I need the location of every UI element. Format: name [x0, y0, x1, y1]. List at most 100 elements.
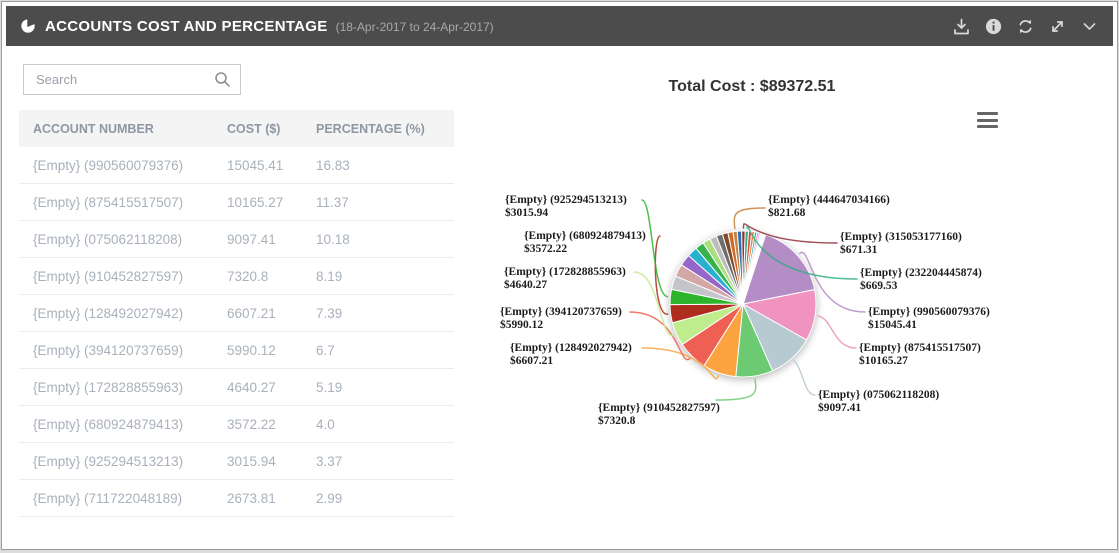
pie-label-connector: [641, 199, 669, 298]
pie-label-cost: $9097.41: [818, 402, 862, 414]
table-row: {Empty} (394120737659) 5990.12 6.7: [19, 331, 454, 369]
pie-label-cost: $669.53: [860, 280, 898, 292]
info-icon[interactable]: [984, 17, 1003, 36]
table-header-row: ACCOUNT NUMBER COST ($) PERCENTAGE (%): [19, 110, 454, 147]
cost-cell: 9097.41: [213, 220, 302, 258]
percentage-cell: 6.7: [302, 331, 454, 369]
pie-label-connector: [654, 235, 669, 315]
cost-cell: 4640.27: [213, 368, 302, 406]
account-cell: {Empty} (680924879413): [19, 405, 213, 443]
pie-label-account: {Empty} (128492027942): [510, 342, 632, 354]
percentage-cell: 10.18: [302, 220, 454, 258]
account-cell: {Empty} (925294513213): [19, 442, 213, 480]
account-cell: {Empty} (128492027942): [19, 294, 213, 332]
pie-slice-label: {Empty} (075062118208) $9097.41: [818, 389, 939, 415]
table-row: {Empty} (075062118208) 9097.41 10.18: [19, 220, 454, 258]
pie-slice-label: {Empty} (232204445874) $669.53: [860, 267, 982, 293]
pie-label-cost: $10165.27: [859, 355, 908, 367]
search-input[interactable]: [24, 72, 214, 87]
pie-label-connector: [817, 315, 857, 349]
expand-icon[interactable]: [1048, 17, 1067, 36]
table-row: {Empty} (680924879413) 3572.22 4.0: [19, 405, 454, 443]
pie-label-account: {Empty} (394120737659): [500, 306, 622, 318]
pie-slice-label: {Empty} (172828855963) $4640.27: [504, 266, 626, 292]
column-header-percentage[interactable]: PERCENTAGE (%): [302, 110, 454, 147]
pie-label-connector: [715, 378, 757, 401]
cost-cell: 2673.81: [213, 479, 302, 517]
cost-cell: 10165.27: [213, 183, 302, 221]
account-cell: {Empty} (910452827597): [19, 257, 213, 295]
download-icon[interactable]: [952, 17, 971, 36]
account-cell: {Empty} (875415517507): [19, 183, 213, 221]
table-row: {Empty} (990560079376) 15045.41 16.83: [19, 147, 454, 184]
pie-slice-label: {Empty} (680924879413) $3572.22: [524, 230, 646, 256]
pie-label-cost: $7320.8: [598, 415, 636, 427]
pie-slice-label: {Empty} (394120737659) $5990.12: [500, 306, 622, 332]
table-row: {Empty} (910452827597) 7320.8 8.19: [19, 257, 454, 295]
pie-label-account: {Empty} (172828855963): [504, 266, 626, 278]
pie-slice-label: {Empty} (910452827597) $7320.8: [598, 402, 720, 428]
column-header-account-number[interactable]: ACCOUNT NUMBER: [19, 110, 213, 147]
table-row: {Empty} (711722048189) 2673.81 2.99: [19, 479, 454, 517]
widget-title: ACCOUNTS COST AND PERCENTAGE: [45, 17, 328, 35]
chart-context-menu-icon[interactable]: [977, 112, 998, 128]
table-row: {Empty} (925294513213) 3015.94 3.37: [19, 442, 454, 480]
account-cell: {Empty} (711722048189): [19, 479, 213, 517]
pie-label-cost: $3572.22: [524, 243, 568, 255]
cost-cell: 15045.41: [213, 147, 302, 184]
table-row: {Empty} (172828855963) 4640.27 5.19: [19, 368, 454, 406]
widget-header: ACCOUNTS COST AND PERCENTAGE (18-Apr-201…: [6, 6, 1113, 46]
accounts-table: ACCOUNT NUMBER COST ($) PERCENTAGE (%) {…: [19, 110, 454, 517]
pie-label-account: {Empty} (990560079376): [868, 306, 990, 318]
pie-label-cost: $5990.12: [500, 319, 544, 331]
cost-cell: 7320.8: [213, 257, 302, 295]
pie-label-account: {Empty} (232204445874): [860, 267, 982, 279]
pie-chart-icon: [21, 18, 36, 33]
account-cell: {Empty} (172828855963): [19, 368, 213, 406]
account-cell: {Empty} (990560079376): [19, 147, 213, 184]
percentage-cell: 16.83: [302, 147, 454, 184]
date-range: (18-Apr-2017 to 24-Apr-2017): [335, 20, 494, 34]
column-header-cost[interactable]: COST ($): [213, 110, 302, 147]
percentage-cell: 5.19: [302, 368, 454, 406]
cost-cell: 3015.94: [213, 442, 302, 480]
pie-label-account: {Empty} (910452827597): [598, 402, 720, 414]
cost-cell: 6607.21: [213, 294, 302, 332]
pie-slice-label: {Empty} (444647034166) $821.68: [768, 194, 890, 220]
pie-label-cost: $3015.94: [505, 207, 549, 219]
pie-label-account: {Empty} (075062118208): [818, 389, 940, 401]
pie-label-account: {Empty} (925294513213): [505, 194, 627, 206]
pie-slice-label: {Empty} (875415517507) $10165.27: [859, 342, 981, 368]
percentage-cell: 11.37: [302, 183, 454, 221]
pie-label-cost: $6607.21: [510, 355, 554, 367]
chart-total-cost-title: Total Cost : $89372.51: [668, 78, 836, 95]
account-cell: {Empty} (394120737659): [19, 331, 213, 369]
account-cell: {Empty} (075062118208): [19, 220, 213, 258]
refresh-icon[interactable]: [1016, 17, 1035, 36]
accounts-cost-widget: ACCOUNTS COST AND PERCENTAGE (18-Apr-201…: [1, 1, 1118, 550]
pie-label-cost: $671.31: [840, 244, 878, 256]
pie-label-account: {Empty} (875415517507): [859, 342, 981, 354]
cost-cell: 5990.12: [213, 331, 302, 369]
pie-label-account: {Empty} (315053177160): [840, 231, 962, 243]
pie-label-connector: [733, 207, 766, 230]
pie-label-account: {Empty} (444647034166): [768, 194, 890, 206]
pie-slice-label: {Empty} (128492027942) $6607.21: [510, 342, 632, 368]
collapse-chevron-icon[interactable]: [1080, 17, 1099, 36]
pie-slice-label: {Empty} (925294513213) $3015.94: [505, 194, 627, 220]
pie-label-cost: $4640.27: [504, 279, 548, 291]
pie-slice-label: {Empty} (990560079376) $15045.41: [868, 306, 990, 332]
search-box: [23, 64, 241, 95]
percentage-cell: 7.39: [302, 294, 454, 332]
percentage-cell: 4.0: [302, 405, 454, 443]
pie-label-connector: [633, 271, 675, 336]
pie-label-cost: $821.68: [768, 207, 806, 219]
table-row: {Empty} (128492027942) 6607.21 7.39: [19, 294, 454, 332]
search-icon[interactable]: [214, 71, 231, 88]
pie-label-cost: $15045.41: [868, 319, 917, 331]
pie-label-account: {Empty} (680924879413): [524, 230, 646, 242]
pie-label-connector: [793, 359, 816, 396]
percentage-cell: 2.99: [302, 479, 454, 517]
percentage-cell: 3.37: [302, 442, 454, 480]
table-row: {Empty} (875415517507) 10165.27 11.37: [19, 183, 454, 221]
